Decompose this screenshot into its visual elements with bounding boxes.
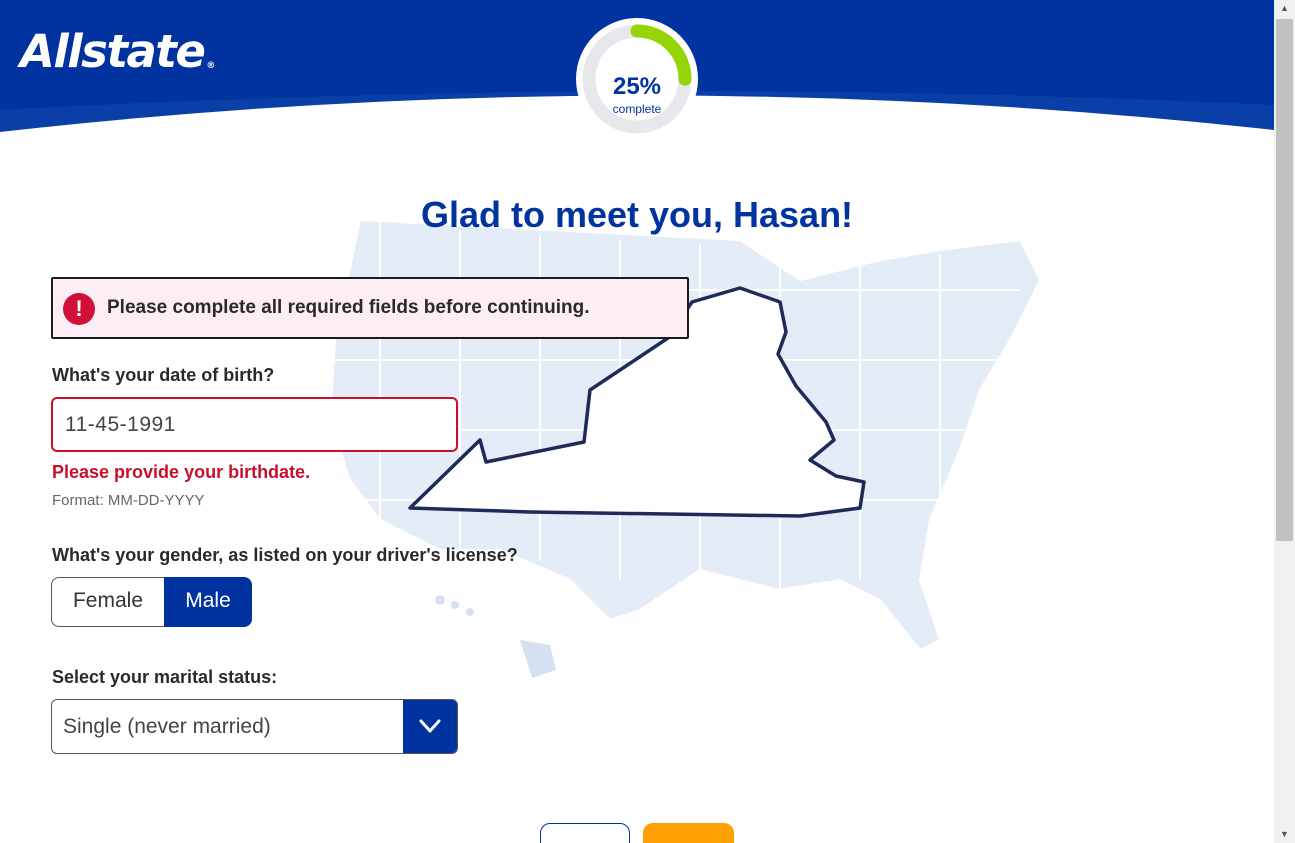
- gender-toggle: Female Male: [51, 577, 252, 627]
- progress-ring: 25% complete: [574, 18, 700, 140]
- dob-input[interactable]: [51, 397, 458, 452]
- allstate-logo[interactable]: Allstate ®: [20, 26, 215, 92]
- gender-label: What's your gender, as listed on your dr…: [52, 545, 518, 565]
- alert-message: Please complete all required fields befo…: [107, 297, 590, 318]
- scroll-up-arrow-icon[interactable]: ▲: [1274, 0, 1295, 17]
- gender-female-button[interactable]: Female: [51, 577, 164, 627]
- marital-status-label: Select your marital status:: [52, 667, 278, 687]
- vertical-scrollbar[interactable]: ▲ ▼: [1274, 0, 1295, 843]
- dob-format-hint: Format: MM-DD-YYYY: [52, 492, 205, 509]
- scrollbar-thumb[interactable]: [1276, 19, 1293, 541]
- progress-percent: 25%: [612, 73, 662, 100]
- next-button[interactable]: [643, 823, 734, 843]
- page-viewport: Allstate ® 25% complete Glad to meet you,…: [0, 0, 1274, 843]
- page-title: Glad to meet you, Hasan!: [420, 194, 854, 235]
- scroll-down-arrow-icon[interactable]: ▼: [1274, 826, 1295, 843]
- progress-label: complete: [612, 102, 662, 116]
- marital-status-select[interactable]: Single (never married): [51, 699, 458, 754]
- error-alert: ! Please complete all required fields be…: [51, 277, 689, 339]
- gender-male-button[interactable]: Male: [164, 577, 252, 627]
- back-button[interactable]: [540, 823, 630, 843]
- exclamation-icon: !: [63, 293, 95, 325]
- chevron-down-icon[interactable]: [403, 700, 457, 753]
- chevron-down-glyph: [419, 719, 441, 733]
- marital-status-value: Single (never married): [63, 715, 271, 738]
- dob-error-text: Please provide your birthdate.: [52, 462, 311, 482]
- dob-label: What's your date of birth?: [52, 365, 275, 385]
